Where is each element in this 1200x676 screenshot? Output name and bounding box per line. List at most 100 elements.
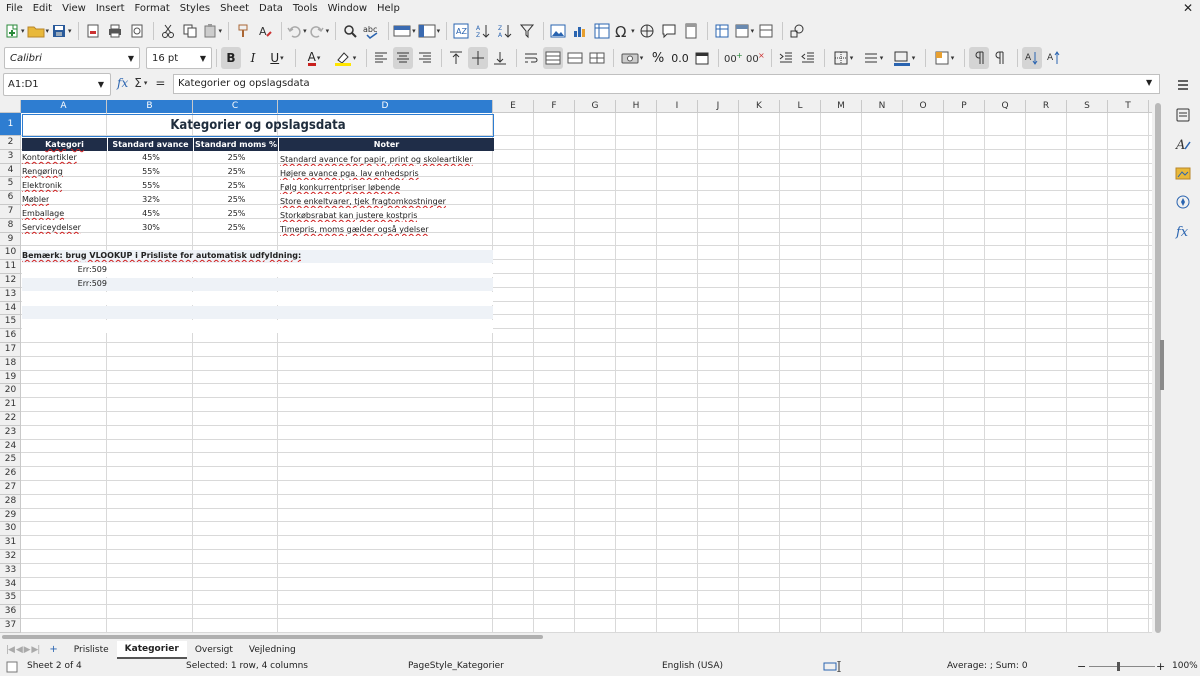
zoom-level[interactable]: 100% — [1172, 661, 1198, 671]
delete-decimal-button[interactable]: 00 × — [745, 47, 765, 69]
align-right-button[interactable] — [415, 47, 435, 69]
row-header-25[interactable]: 25 — [0, 453, 21, 468]
row-header-37[interactable]: 37 — [0, 619, 21, 633]
paste-button[interactable]: ▾ — [202, 20, 222, 42]
freeze-rows-columns-button[interactable]: ▾ — [734, 20, 754, 42]
row-header-32[interactable]: 32 — [0, 550, 21, 564]
currency-format-button[interactable]: ▾ — [618, 47, 646, 69]
select-all-corner[interactable] — [0, 100, 21, 113]
menu-file[interactable]: File — [2, 1, 27, 17]
row-header-18[interactable]: 18 — [0, 357, 21, 371]
header-cell-kategori[interactable]: Kategori — [22, 138, 108, 151]
column-header-l[interactable]: L — [780, 100, 821, 113]
header-cell-avance[interactable]: Standard avance % — [108, 138, 194, 162]
cell-avance[interactable]: 45% — [108, 207, 194, 220]
increase-indent-button[interactable] — [776, 47, 796, 69]
sort-descending-button[interactable]: ZA — [495, 20, 515, 42]
find-replace-button[interactable] — [340, 20, 360, 42]
tab-prisliste[interactable]: Prisliste — [66, 642, 117, 658]
horizontal-scroll-thumb[interactable] — [2, 635, 543, 639]
formula-equals-icon[interactable]: = — [155, 76, 165, 90]
sort-ascending-button[interactable]: AZ — [473, 20, 493, 42]
align-bottom-button[interactable] — [490, 47, 510, 69]
row-header-15[interactable]: 15 — [0, 315, 21, 330]
right-to-left-button[interactable] — [991, 47, 1011, 69]
percent-format-button[interactable]: % — [648, 47, 668, 69]
row-header-35[interactable]: 35 — [0, 591, 21, 606]
row-header-17[interactable]: 17 — [0, 343, 21, 357]
autofilter-button[interactable] — [517, 20, 537, 42]
row-header-16[interactable]: 16 — [0, 329, 21, 343]
gallery-icon[interactable] — [1174, 164, 1192, 182]
row-header-30[interactable]: 30 — [0, 522, 21, 537]
row-header-29[interactable]: 29 — [0, 509, 21, 523]
column-header-t[interactable]: T — [1108, 100, 1149, 113]
new-document-button[interactable]: ▾ — [4, 20, 25, 42]
column-header-r[interactable]: R — [1026, 100, 1067, 113]
align-middle-button[interactable] — [468, 47, 488, 69]
print-preview-button[interactable] — [127, 20, 147, 42]
row-header-36[interactable]: 36 — [0, 605, 21, 619]
close-document-icon[interactable]: ✕ — [1183, 1, 1193, 15]
menu-format[interactable]: Format — [131, 1, 174, 17]
row-button[interactable]: ▾ — [393, 20, 416, 42]
column-header-k[interactable]: K — [739, 100, 780, 113]
header-cell-moms[interactable]: Standard moms % — [194, 138, 279, 151]
note-cell[interactable]: Bemærk: brug VLOOKUP i Prisliste for aut… — [22, 249, 301, 262]
menu-insert[interactable]: Insert — [92, 1, 129, 17]
insert-chart-button[interactable] — [570, 20, 590, 42]
font-color-button[interactable]: A ▾ — [300, 47, 328, 69]
column-header-b[interactable]: B — [107, 100, 193, 113]
insert-pivot-table-button[interactable] — [592, 20, 612, 42]
align-top-button[interactable] — [446, 47, 466, 69]
spelling-button[interactable]: abc — [362, 20, 382, 42]
row-header-1[interactable]: 1 — [0, 113, 21, 136]
column-header-m[interactable]: M — [821, 100, 862, 113]
row-header-34[interactable]: 34 — [0, 578, 21, 592]
column-header-f[interactable]: F — [534, 100, 575, 113]
column-header-g[interactable]: G — [575, 100, 616, 113]
cell-kategori[interactable]: Elektronik — [22, 179, 62, 192]
cell-noter[interactable]: Storkøbsrabat kan justere kostpris — [280, 209, 417, 222]
menu-data[interactable]: Data — [255, 1, 287, 17]
row-header-23[interactable]: 23 — [0, 426, 21, 440]
print-button[interactable] — [105, 20, 125, 42]
sum-icon[interactable]: Σ — [134, 76, 142, 90]
redo-button[interactable]: ▾ — [309, 20, 329, 42]
cell-avance[interactable]: 55% — [108, 179, 194, 192]
column-header-a[interactable]: A — [21, 100, 107, 113]
row-header-9[interactable]: 9 — [0, 233, 21, 247]
column-header-d[interactable]: D — [278, 100, 493, 113]
chevron-down-icon[interactable]: ▾ — [144, 79, 148, 87]
font-size-combo[interactable]: 16 pt ▼ — [146, 47, 212, 69]
border-color-button[interactable]: ▾ — [889, 47, 919, 69]
column-header-q[interactable]: Q — [985, 100, 1026, 113]
insert-image-button[interactable] — [548, 20, 568, 42]
borders-button[interactable]: ▾ — [829, 47, 857, 69]
menu-window[interactable]: Window — [324, 1, 371, 17]
zoom-slider-handle[interactable] — [1117, 662, 1120, 671]
spreadsheet-grid[interactable]: ABCDEFGHIJKLMNOPQRST 1 2 3 4 5 6 7 8 9 10 11 12 13 14… — [0, 100, 1152, 633]
language[interactable]: English (USA) — [662, 661, 723, 671]
cell-moms[interactable]: 25% — [194, 193, 279, 206]
merge-center-button[interactable] — [543, 47, 563, 69]
sort-button[interactable]: AZ — [451, 20, 471, 42]
column-header-o[interactable]: O — [903, 100, 944, 113]
text-direction-top-bottom-button[interactable]: A — [1022, 47, 1042, 69]
cell-avance[interactable]: 55% — [108, 165, 194, 178]
properties-icon[interactable] — [1174, 106, 1192, 124]
highlight-color-button[interactable]: ▾ — [330, 47, 360, 69]
show-draw-functions-button[interactable] — [787, 20, 807, 42]
error-cell[interactable]: Err:509 — [22, 277, 107, 290]
save-button[interactable]: ▾ — [51, 20, 72, 42]
menu-view[interactable]: View — [58, 1, 90, 17]
copy-button[interactable] — [180, 20, 200, 42]
cell-noter[interactable]: Højere avance pga. lav enhedspris — [280, 167, 419, 180]
export-pdf-button[interactable] — [83, 20, 103, 42]
row-header-27[interactable]: 27 — [0, 481, 21, 495]
column-header-p[interactable]: P — [944, 100, 985, 113]
special-character-button[interactable]: Ω ▾ — [614, 20, 635, 42]
column-header-s[interactable]: S — [1067, 100, 1108, 113]
bold-button[interactable]: B — [221, 47, 241, 69]
zoom-out-icon[interactable]: − — [1077, 660, 1086, 673]
